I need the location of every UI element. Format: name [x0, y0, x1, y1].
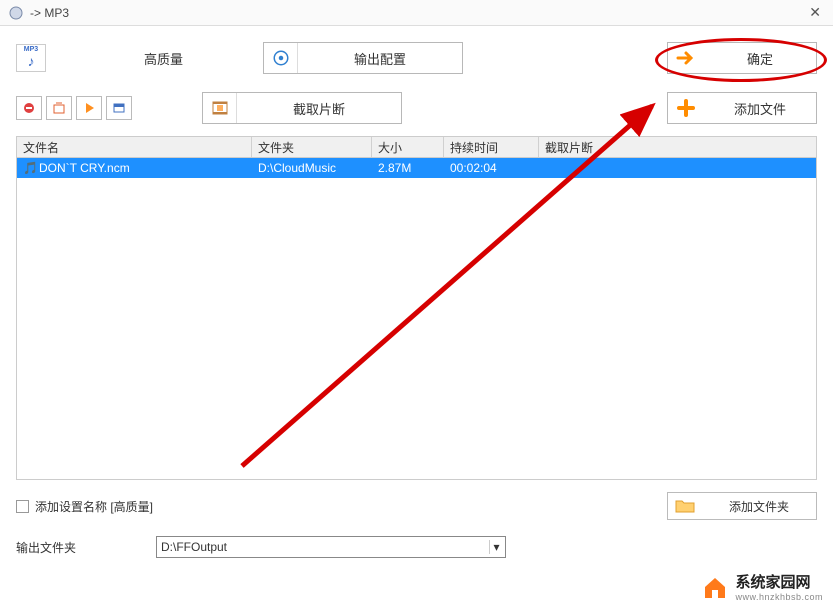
col-folder[interactable]: 文件夹	[252, 137, 372, 157]
format-icon[interactable]: MP3 ♪	[16, 44, 46, 72]
output-folder-combo[interactable]: D:\FFOutput ▾	[156, 536, 506, 558]
save-config-checkbox[interactable]	[16, 500, 29, 513]
table-row[interactable]: 🎵 DON`T CRY.ncm D:\CloudMusic 2.87M 00:0…	[17, 158, 816, 178]
col-trim[interactable]: 截取片断	[539, 137, 669, 157]
trim-button[interactable]: 截取片断	[202, 92, 402, 124]
add-file-button[interactable]: 添加文件	[667, 92, 817, 124]
gear-icon	[264, 43, 298, 73]
options-button[interactable]	[106, 96, 132, 120]
add-folder-button[interactable]: 添加文件夹	[667, 492, 817, 520]
watermark: 系统家园网 www.hnzkhbsb.com	[695, 569, 829, 604]
delete-button[interactable]	[16, 96, 42, 120]
ok-button[interactable]: 确定	[667, 42, 817, 74]
file-list[interactable]: 🎵 DON`T CRY.ncm D:\CloudMusic 2.87M 00:0…	[16, 158, 817, 480]
save-config-label: 添加设置名称 [高质量]	[35, 498, 153, 515]
col-duration[interactable]: 持续时间	[444, 137, 539, 157]
app-icon	[8, 5, 24, 21]
house-icon	[701, 573, 729, 601]
close-icon[interactable]: ✕	[805, 4, 825, 21]
chevron-down-icon[interactable]: ▾	[489, 540, 503, 554]
output-folder-label: 输出文件夹	[16, 539, 156, 556]
col-size[interactable]: 大小	[372, 137, 444, 157]
quality-label: 高质量	[144, 49, 183, 68]
window-title: -> MP3	[30, 6, 805, 20]
arrow-right-icon	[668, 43, 704, 73]
clear-button[interactable]	[46, 96, 72, 120]
music-note-icon: ♪	[28, 53, 35, 69]
file-music-icon: 🎵	[17, 161, 33, 175]
plus-icon	[668, 93, 704, 123]
titlebar: -> MP3 ✕	[0, 0, 833, 26]
output-config-button[interactable]: 输出配置	[263, 42, 463, 74]
table-header: 文件名 文件夹 大小 持续时间 截取片断	[16, 136, 817, 158]
small-toolbar	[16, 96, 132, 120]
film-icon	[203, 93, 237, 123]
col-filename[interactable]: 文件名	[17, 137, 252, 157]
folder-icon	[668, 498, 702, 514]
play-button[interactable]	[76, 96, 102, 120]
